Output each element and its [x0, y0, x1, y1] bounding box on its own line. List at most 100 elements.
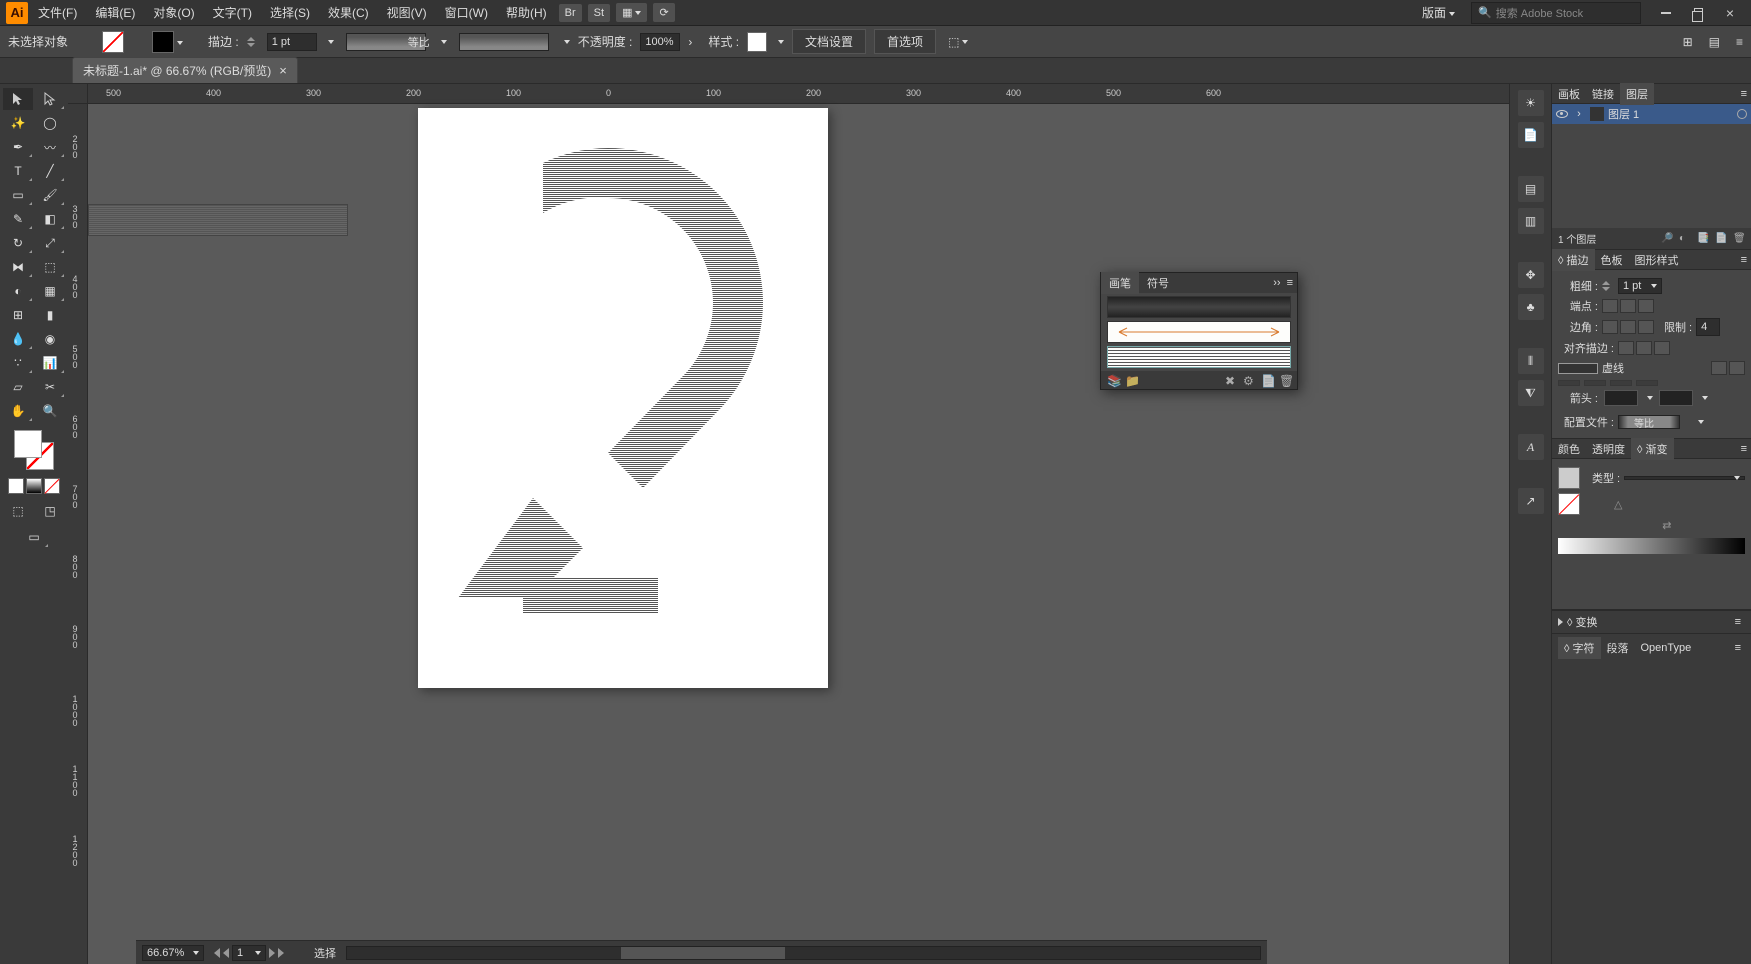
eraser-tool[interactable]: ◧: [35, 208, 65, 230]
horizontal-ruler[interactable]: 5004003002001000100200300400500600: [88, 84, 1509, 104]
curvature-tool[interactable]: 〰: [35, 136, 65, 158]
opacity-input[interactable]: 100%: [640, 33, 680, 51]
blend-tool[interactable]: ◉: [35, 328, 65, 350]
zoom-tool[interactable]: 🔍: [35, 400, 65, 422]
paintbrush-tool[interactable]: 🖌: [35, 184, 65, 206]
artboard-number-input[interactable]: 1: [232, 945, 266, 961]
stroke-panel-menu-icon[interactable]: ≡: [1737, 254, 1751, 266]
rectangle-tool[interactable]: ▭: [3, 184, 33, 206]
artwork-number-2[interactable]: [418, 108, 828, 688]
layer-target-icon[interactable]: [1737, 109, 1747, 119]
cap-square-button[interactable]: [1638, 299, 1654, 313]
locate-object-icon[interactable]: 🔎: [1661, 233, 1673, 245]
brush-library-icon[interactable]: 📚: [1107, 374, 1119, 386]
slice-tool[interactable]: ✂: [35, 376, 65, 398]
opentype-tab[interactable]: OpenType: [1635, 639, 1698, 657]
window-minimize[interactable]: [1654, 5, 1678, 21]
scale-tool[interactable]: ⤢: [35, 232, 65, 254]
new-layer-icon[interactable]: 📄: [1715, 233, 1727, 245]
brush-chevron-icon[interactable]: [441, 40, 447, 44]
canvas-brush-stroke[interactable]: [88, 204, 348, 236]
stroke-weight-dropdown[interactable]: [328, 40, 334, 44]
visibility-icon[interactable]: [1556, 110, 1568, 118]
artboard[interactable]: [418, 108, 828, 688]
sync-button[interactable]: ⟳: [653, 3, 674, 22]
menu-help[interactable]: 帮助(H): [498, 0, 555, 25]
menu-view[interactable]: 视图(V): [379, 0, 435, 25]
arrow-end-chevron[interactable]: [1702, 396, 1708, 400]
layout-icon[interactable]: ▤: [1518, 176, 1544, 202]
gradient-stroke-swatch[interactable]: [1558, 493, 1580, 515]
shape-builder-tool[interactable]: ◐: [3, 280, 33, 302]
gradient-tool[interactable]: ▮: [35, 304, 65, 326]
var-width-profile-dropdown[interactable]: [459, 33, 549, 51]
gradient-mode-button[interactable]: [26, 478, 42, 494]
symbol-sprayer-tool[interactable]: ∵: [3, 352, 33, 374]
dash-align-button[interactable]: [1729, 361, 1745, 375]
columns-icon[interactable]: ▥: [1518, 208, 1544, 234]
stroke-swatch[interactable]: [152, 31, 174, 53]
graphic-style-swatch[interactable]: [747, 32, 767, 52]
align-outside-button[interactable]: [1654, 341, 1670, 355]
direct-selection-tool[interactable]: [35, 88, 65, 110]
layer-row[interactable]: › 图层 1: [1552, 104, 1751, 124]
stock-search[interactable]: 🔍搜索 Adobe Stock: [1471, 2, 1641, 24]
gradient-type-dropdown[interactable]: [1624, 476, 1745, 480]
brush-item-stripe[interactable]: [1107, 346, 1291, 368]
ruler-origin[interactable]: [68, 84, 88, 104]
menu-file[interactable]: 文件(F): [30, 0, 85, 25]
preferences-button[interactable]: 首选项: [874, 29, 936, 54]
profile-chevron-icon[interactable]: [564, 40, 570, 44]
mesh-tool[interactable]: ⊞: [3, 304, 33, 326]
nav-prev-icon[interactable]: [223, 948, 229, 958]
canvas-area[interactable]: 5004003002001000100200300400500600 20030…: [68, 84, 1509, 964]
swatches-panel-tab[interactable]: 色板: [1595, 249, 1629, 271]
brush-delete-icon[interactable]: 🗑: [1279, 374, 1291, 386]
profile-dd-chevron[interactable]: [1698, 420, 1704, 424]
stroke-weight-stepper[interactable]: [247, 37, 259, 47]
zoom-level-dropdown[interactable]: 66.67%: [142, 945, 204, 961]
gradient-panel-menu-icon[interactable]: ≡: [1737, 443, 1751, 455]
dash-checkbox[interactable]: [1558, 363, 1598, 374]
rotate-tool[interactable]: ↻: [3, 232, 33, 254]
vertical-ruler[interactable]: 200300400500600700800900100011001200: [68, 104, 88, 964]
sun-icon[interactable]: ☀: [1518, 90, 1544, 116]
dash-preserve-button[interactable]: [1711, 361, 1727, 375]
line-segment-tool[interactable]: ╱: [35, 160, 65, 182]
corner-bevel-button[interactable]: [1638, 320, 1654, 334]
window-maximize[interactable]: [1686, 5, 1710, 21]
brush-remove-icon[interactable]: ✖: [1225, 374, 1237, 386]
panel-menu-icon[interactable]: ≡: [1283, 277, 1297, 289]
export-icon[interactable]: ↗: [1518, 488, 1544, 514]
document-tab[interactable]: 未标题-1.ai* @ 66.67% (RGB/预览) ×: [72, 57, 298, 83]
horizontal-scrollbar[interactable]: [346, 946, 1261, 960]
character-panel-header[interactable]: ◊ 字符 段落 OpenType ≡: [1552, 633, 1751, 662]
screen-mode-button[interactable]: ▭: [19, 526, 49, 548]
doc-setup-button[interactable]: 文档设置: [792, 29, 866, 54]
control-panel-icon-3[interactable]: ≡: [1736, 35, 1743, 49]
panel-collapse-icon[interactable]: ››: [1271, 277, 1282, 289]
layers-panel-menu-icon[interactable]: ≡: [1737, 88, 1751, 100]
width-tool[interactable]: ⧓: [3, 256, 33, 278]
layers-tab[interactable]: 图层: [1620, 83, 1654, 105]
artboards-tab[interactable]: 画板: [1552, 83, 1586, 105]
selection-tool[interactable]: [3, 88, 33, 110]
column-graph-tool[interactable]: 📊: [35, 352, 65, 374]
transparency-panel-tab[interactable]: 透明度: [1586, 438, 1631, 460]
arrow-start-chevron[interactable]: [1647, 396, 1653, 400]
gradient-slider[interactable]: [1558, 538, 1745, 554]
menu-type[interactable]: 文字(T): [205, 0, 260, 25]
arrow-start-dropdown[interactable]: [1604, 390, 1638, 406]
hand-tool[interactable]: ✋: [3, 400, 33, 422]
nav-next-icon[interactable]: [269, 948, 275, 958]
fill-color-swatch[interactable]: [14, 430, 42, 458]
arrange-button[interactable]: ▦: [616, 3, 647, 22]
brushes-tab[interactable]: 画笔: [1101, 272, 1139, 294]
tab-close-button[interactable]: ×: [279, 63, 287, 78]
weight-stepper[interactable]: [1602, 281, 1614, 291]
transform-panel-menu-icon[interactable]: ≡: [1731, 616, 1745, 628]
stroke-weight-input[interactable]: 1 pt: [267, 33, 317, 51]
nav-first-icon[interactable]: [214, 948, 220, 958]
layout-switcher[interactable]: 版面: [1422, 4, 1455, 21]
menu-object[interactable]: 对象(O): [145, 0, 202, 25]
